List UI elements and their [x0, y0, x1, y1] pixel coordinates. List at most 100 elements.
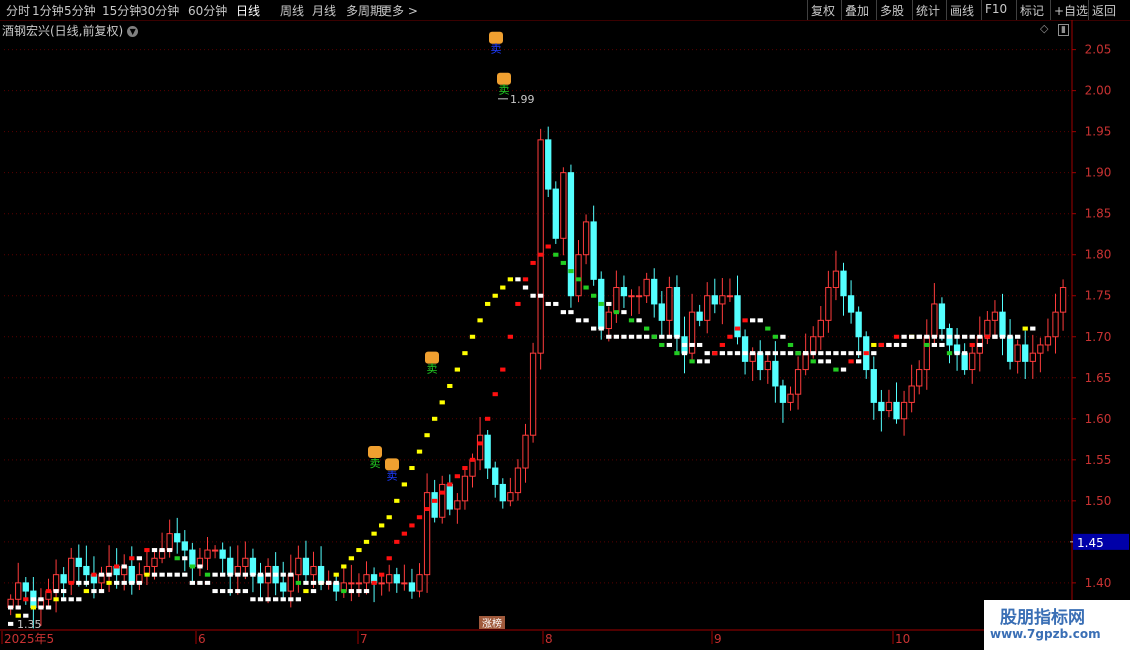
candle-body[interactable] — [545, 139, 552, 190]
candle-body[interactable] — [166, 533, 173, 551]
candle-body[interactable] — [779, 385, 787, 403]
candle-body[interactable] — [552, 188, 559, 239]
candle-body[interactable] — [666, 287, 673, 321]
candle-body[interactable] — [984, 319, 991, 338]
tool-button-1[interactable]: 叠加 — [845, 2, 869, 19]
candle-body[interactable] — [484, 434, 491, 469]
candle-body[interactable] — [817, 319, 824, 338]
candle-body[interactable] — [688, 311, 696, 354]
candle-body[interactable] — [961, 352, 968, 371]
candle-body[interactable] — [1029, 352, 1036, 362]
candle-body[interactable] — [529, 352, 537, 436]
candle-body[interactable] — [431, 492, 438, 518]
kline-chart[interactable]: 2.05 2.00 1.95 1.90 1.85 1.80 1.75 1.70 1.65 1.60… — [0, 20, 1130, 650]
candle-body[interactable] — [363, 574, 370, 584]
candle-body[interactable] — [567, 172, 575, 297]
candle-body[interactable] — [1059, 287, 1067, 313]
candle-body[interactable] — [507, 492, 514, 502]
candle-body[interactable] — [219, 549, 226, 559]
candle-body[interactable] — [832, 270, 840, 289]
candle-body[interactable] — [317, 565, 325, 584]
tab-9[interactable]: 多周期 — [346, 2, 382, 19]
candle-body[interactable] — [991, 311, 999, 321]
candle-body[interactable] — [401, 582, 408, 585]
candle-body[interactable] — [923, 336, 930, 371]
candle-body[interactable] — [613, 287, 620, 313]
candle-body[interactable] — [893, 401, 900, 420]
candle-body[interactable] — [643, 278, 650, 297]
candle-body[interactable] — [825, 287, 832, 321]
candle-body[interactable] — [408, 582, 416, 592]
candle-body[interactable] — [287, 574, 294, 592]
candle-body[interactable] — [476, 434, 484, 461]
candle-body[interactable] — [605, 311, 612, 330]
candle-body[interactable] — [514, 467, 522, 494]
candle-body[interactable] — [885, 401, 893, 412]
tool-button-2[interactable]: 多股 — [880, 2, 904, 19]
candle-body[interactable] — [757, 352, 764, 371]
tab-6[interactable]: 日线 — [236, 2, 260, 19]
candle-body[interactable] — [461, 475, 469, 502]
candle-body[interactable] — [423, 492, 431, 576]
candle-body[interactable] — [787, 393, 794, 403]
tab-4[interactable]: 30分钟 — [140, 2, 179, 19]
candle-body[interactable] — [711, 295, 718, 305]
candle-body[interactable] — [878, 401, 885, 412]
candle-body[interactable] — [211, 549, 219, 552]
candle-body[interactable] — [726, 295, 734, 298]
candle-body[interactable] — [204, 549, 211, 559]
tab-2[interactable]: 5分钟 — [64, 2, 96, 19]
candle-body[interactable] — [999, 311, 1006, 338]
candle-body[interactable] — [772, 360, 779, 387]
candle-body[interactable] — [302, 557, 310, 576]
candle-body[interactable] — [575, 254, 582, 297]
candle-body[interactable] — [355, 582, 363, 585]
candle-body[interactable] — [620, 287, 628, 297]
candle-body[interactable] — [696, 311, 703, 321]
candle-body[interactable] — [969, 352, 976, 371]
candle-body[interactable] — [416, 574, 423, 592]
candle-body[interactable] — [68, 557, 75, 584]
candle-body[interactable] — [151, 557, 158, 567]
tab-8[interactable]: 月线 — [312, 2, 336, 19]
candle-body[interactable] — [537, 139, 544, 354]
candle-body[interactable] — [560, 172, 567, 239]
tool-button-7[interactable]: +自选 — [1054, 2, 1088, 19]
candle-body[interactable] — [22, 582, 29, 592]
candle-body[interactable] — [900, 401, 908, 420]
candle-body[interactable] — [764, 360, 771, 371]
candle-body[interactable] — [673, 287, 681, 338]
candle-body[interactable] — [1006, 336, 1014, 362]
tool-button-4[interactable]: 画线 — [950, 2, 974, 19]
candle-body[interactable] — [75, 557, 82, 567]
candle-body[interactable] — [242, 557, 249, 567]
tab-0[interactable]: 分时 — [6, 2, 30, 19]
candle-body[interactable] — [386, 574, 393, 584]
candle-body[interactable] — [52, 574, 60, 592]
candle-body[interactable] — [590, 221, 597, 280]
candle-body[interactable] — [499, 483, 506, 502]
candle-body[interactable] — [582, 221, 590, 256]
candle-body[interactable] — [658, 303, 665, 321]
candle-body[interactable] — [847, 295, 855, 313]
candle-body[interactable] — [635, 295, 643, 298]
candle-body[interactable] — [1022, 344, 1029, 362]
candle-body[interactable] — [810, 336, 817, 354]
candle-body[interactable] — [280, 582, 287, 592]
candle-body[interactable] — [83, 565, 90, 576]
candle-body[interactable] — [794, 369, 802, 395]
candle-body[interactable] — [802, 352, 809, 371]
tool-button-6[interactable]: 标记 — [1020, 2, 1044, 19]
candle-body[interactable] — [855, 311, 862, 338]
candle-body[interactable] — [1014, 344, 1021, 362]
candle-body[interactable] — [492, 467, 499, 485]
candle-body[interactable] — [439, 483, 446, 518]
candle-body[interactable] — [916, 369, 923, 387]
tool-button-3[interactable]: 统计 — [916, 2, 940, 19]
tool-button-8[interactable]: 返回 — [1092, 2, 1116, 19]
candle-body[interactable] — [522, 434, 529, 469]
tab-1[interactable]: 1分钟 — [32, 2, 64, 19]
candle-body[interactable] — [870, 369, 877, 403]
tab-3[interactable]: 15分钟 — [102, 2, 141, 19]
candle-body[interactable] — [15, 582, 22, 600]
